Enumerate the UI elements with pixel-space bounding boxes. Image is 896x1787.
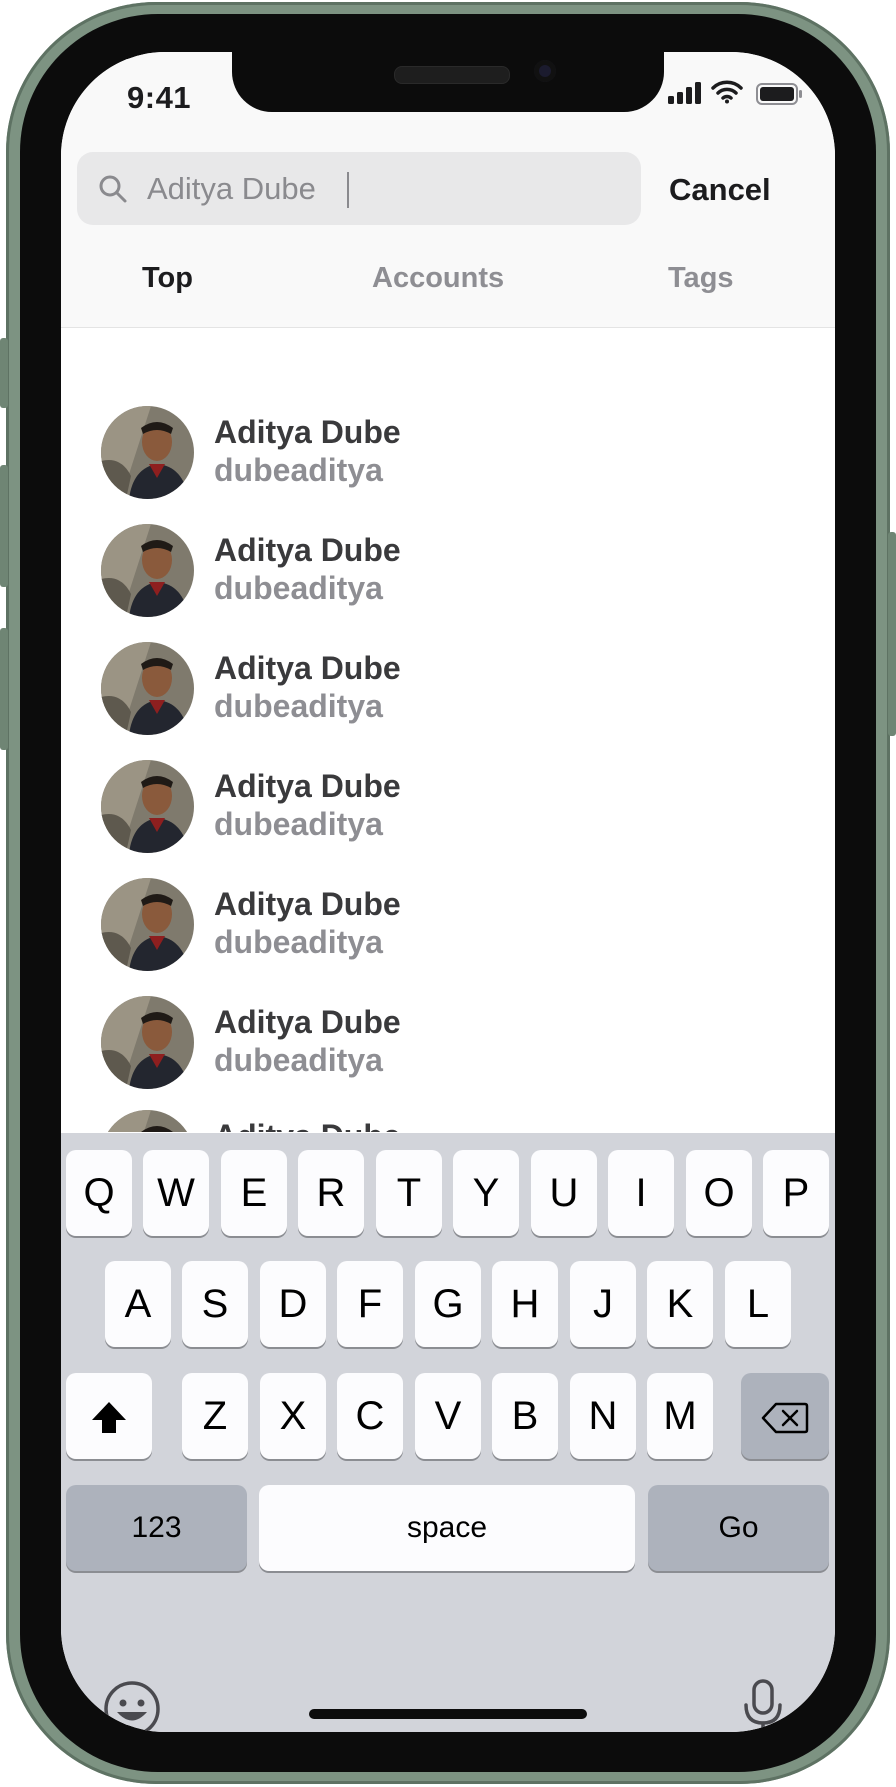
key-o[interactable]: O xyxy=(686,1150,752,1236)
tab-top[interactable]: Top xyxy=(142,262,193,295)
side-button-silent xyxy=(0,338,8,408)
key-u[interactable]: U xyxy=(531,1150,597,1236)
cancel-button[interactable]: Cancel xyxy=(669,172,771,208)
result-name: Aditya Dube xyxy=(214,768,401,804)
key-l[interactable]: L xyxy=(725,1261,791,1347)
avatar xyxy=(101,642,194,735)
result-row[interactable]: Aditya Dube dubeaditya xyxy=(61,642,835,760)
result-row[interactable]: Aditya Dube dubeaditya xyxy=(61,760,835,878)
key-j[interactable]: J xyxy=(570,1261,636,1347)
wifi-icon xyxy=(711,80,743,104)
avatar xyxy=(101,524,194,617)
key-b[interactable]: B xyxy=(492,1373,558,1459)
numbers-key[interactable]: 123 xyxy=(66,1485,247,1571)
avatar xyxy=(101,996,194,1089)
tab-tags[interactable]: Tags xyxy=(668,262,734,295)
delete-key[interactable] xyxy=(741,1373,829,1459)
key-x[interactable]: X xyxy=(260,1373,326,1459)
result-name: Aditya Dube xyxy=(214,414,401,450)
front-camera xyxy=(534,60,556,82)
delete-icon xyxy=(761,1403,809,1434)
result-username: dubeaditya xyxy=(214,924,383,960)
screen: Cancel Top Accounts Tags 9:41 xyxy=(61,52,835,1732)
tab-accounts[interactable]: Accounts xyxy=(372,262,504,295)
key-v[interactable]: V xyxy=(415,1373,481,1459)
shift-icon xyxy=(92,1402,126,1434)
result-row[interactable]: Aditya Dube dubeaditya xyxy=(61,996,835,1114)
key-f[interactable]: F xyxy=(337,1261,403,1347)
result-name: Aditya Dube xyxy=(214,1118,401,1132)
avatar xyxy=(101,760,194,853)
result-username: dubeaditya xyxy=(214,688,383,724)
key-a[interactable]: A xyxy=(105,1261,171,1347)
key-n[interactable]: N xyxy=(570,1373,636,1459)
battery-icon xyxy=(756,83,802,105)
results-list: Aditya Dube dubeaditya Aditya Dube dubea… xyxy=(61,328,835,1132)
result-name: Aditya Dube xyxy=(214,650,401,686)
avatar xyxy=(101,406,194,499)
microphone-icon[interactable] xyxy=(741,1677,785,1732)
key-k[interactable]: K xyxy=(647,1261,713,1347)
earpiece-speaker xyxy=(394,66,510,84)
avatar xyxy=(101,878,194,971)
result-row[interactable]: Aditya Dube dubeaditya xyxy=(61,1110,835,1132)
key-s[interactable]: S xyxy=(182,1261,248,1347)
result-name: Aditya Dube xyxy=(214,886,401,922)
side-button-volume-up xyxy=(0,465,8,587)
key-i[interactable]: I xyxy=(608,1150,674,1236)
key-p[interactable]: P xyxy=(763,1150,829,1236)
key-r[interactable]: R xyxy=(298,1150,364,1236)
search-input[interactable] xyxy=(147,152,607,225)
key-m[interactable]: M xyxy=(647,1373,713,1459)
result-username: dubeaditya xyxy=(214,452,383,488)
avatar xyxy=(101,1110,194,1132)
result-username: dubeaditya xyxy=(214,570,383,606)
result-username: dubeaditya xyxy=(214,806,383,842)
result-row[interactable]: Aditya Dube dubeaditya xyxy=(61,524,835,642)
result-row[interactable]: Aditya Dube dubeaditya xyxy=(61,878,835,996)
search-bar[interactable] xyxy=(77,152,641,225)
emoji-icon[interactable] xyxy=(102,1679,162,1732)
home-indicator[interactable] xyxy=(309,1709,587,1719)
key-c[interactable]: C xyxy=(337,1373,403,1459)
text-cursor xyxy=(347,172,349,208)
go-key[interactable]: Go xyxy=(648,1485,829,1571)
key-e[interactable]: E xyxy=(221,1150,287,1236)
key-y[interactable]: Y xyxy=(453,1150,519,1236)
cellular-signal-icon xyxy=(668,82,701,104)
result-name: Aditya Dube xyxy=(214,1004,401,1040)
key-d[interactable]: D xyxy=(260,1261,326,1347)
shift-key[interactable] xyxy=(66,1373,152,1459)
result-row[interactable]: Aditya Dube dubeaditya xyxy=(61,406,835,524)
result-username: dubeaditya xyxy=(214,1042,383,1078)
key-h[interactable]: H xyxy=(492,1261,558,1347)
space-key[interactable]: space xyxy=(259,1485,635,1571)
keyboard: Q W E R T Y U I O P A S D F G H J K L Z … xyxy=(61,1133,835,1732)
side-button-volume-down xyxy=(0,628,8,750)
key-z[interactable]: Z xyxy=(182,1373,248,1459)
key-t[interactable]: T xyxy=(376,1150,442,1236)
result-name: Aditya Dube xyxy=(214,532,401,568)
key-g[interactable]: G xyxy=(415,1261,481,1347)
search-icon xyxy=(99,175,127,203)
status-time: 9:41 xyxy=(127,80,192,115)
key-w[interactable]: W xyxy=(143,1150,209,1236)
notch xyxy=(232,52,664,112)
key-q[interactable]: Q xyxy=(66,1150,132,1236)
side-button-power xyxy=(888,532,896,736)
